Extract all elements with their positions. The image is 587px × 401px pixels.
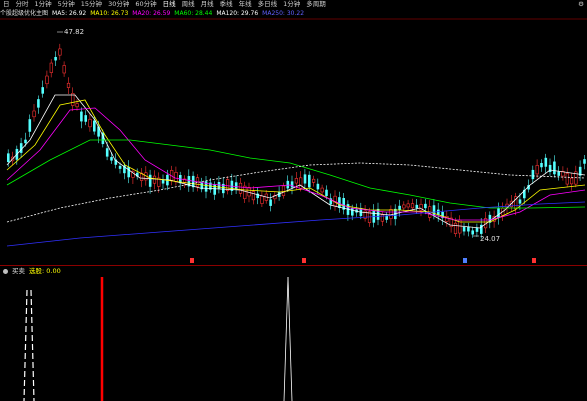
candle-body [243, 185, 247, 200]
candle-body [105, 148, 109, 157]
candle-body [565, 173, 569, 185]
candle-body [118, 165, 122, 169]
candle-body [110, 157, 113, 161]
candle-body [213, 184, 216, 195]
candle-body [535, 165, 539, 175]
indicator-settings-icon[interactable] [3, 268, 8, 274]
candle-body [544, 157, 548, 167]
candle-body [518, 199, 522, 204]
candle-body [385, 215, 388, 220]
candle-body [389, 209, 393, 219]
candle-body [45, 75, 49, 85]
candle-body [540, 162, 543, 168]
candle-body [251, 191, 256, 201]
candle-body [406, 203, 410, 208]
candle-body [320, 187, 324, 193]
candle-body [247, 187, 251, 197]
candle-body [299, 177, 303, 189]
candle-body [531, 169, 535, 180]
candle-body [303, 174, 307, 184]
candle-body [238, 182, 243, 194]
candle-body [467, 226, 470, 232]
candle-body [402, 204, 406, 209]
candle-body [234, 182, 238, 189]
candle-body [49, 62, 53, 73]
kline-chart[interactable]: 47.82 24.07 [0, 0, 587, 401]
candle-body [152, 175, 157, 184]
low-price-label: 24.07 [473, 235, 500, 243]
indicator-value: 选股: 0.00 [29, 267, 61, 275]
indicator-header: 买卖 选股: 0.00 [0, 266, 65, 276]
candle-body [557, 171, 560, 176]
event-marker[interactable] [463, 258, 467, 263]
candle-body [308, 174, 311, 188]
candle-body [7, 153, 10, 162]
candle-body [553, 161, 556, 175]
candle-body [260, 195, 264, 204]
candle-group [7, 43, 586, 239]
candle-body [311, 178, 316, 183]
candle-body [583, 159, 586, 164]
candle-body [269, 199, 272, 206]
event-markers [190, 258, 536, 263]
candle-body [75, 103, 79, 108]
candle-body [410, 203, 415, 209]
candle-body [351, 208, 354, 216]
candle-body [290, 181, 294, 188]
event-marker[interactable] [532, 258, 536, 263]
candle-body [569, 177, 574, 185]
candle-body [475, 227, 479, 232]
event-marker[interactable] [190, 258, 194, 263]
candle-body [325, 189, 328, 197]
svg-text:24.07: 24.07 [480, 235, 500, 243]
candle-body [24, 139, 27, 144]
candle-body [497, 208, 500, 219]
event-marker[interactable] [302, 258, 306, 263]
candle-body [471, 230, 474, 235]
candle-body [174, 172, 178, 183]
signal-white-spike [287, 276, 293, 401]
candle-body [32, 110, 36, 118]
candle-body [127, 166, 130, 178]
candle-body [148, 174, 152, 187]
signal-white-dash [23, 289, 28, 401]
candle-body [424, 203, 427, 209]
candle-body [93, 120, 96, 132]
candle-body [58, 48, 62, 56]
indicator-pane [23, 276, 293, 401]
candle-body [286, 180, 290, 189]
signal-white-dash [30, 289, 35, 401]
candle-body [28, 119, 32, 132]
candle-body [453, 222, 458, 234]
candle-body [62, 65, 66, 74]
candle-body [376, 208, 380, 220]
candle-body [316, 183, 320, 190]
candle-body [281, 185, 286, 196]
candle-body [66, 82, 71, 88]
candle-body [84, 115, 87, 122]
high-price-label: 47.82 [57, 28, 84, 36]
candle-body [161, 179, 165, 184]
candle-body [37, 99, 40, 108]
candle-body [462, 226, 466, 232]
candle-body [80, 111, 83, 122]
candle-body [294, 178, 299, 184]
candle-body [88, 118, 92, 128]
signal-white-spike [283, 276, 289, 401]
indicator-name: 买卖 [12, 267, 25, 275]
candle-body [398, 205, 401, 211]
candle-body [41, 87, 44, 94]
candle-body [415, 204, 419, 209]
candle-body [226, 179, 230, 191]
candle-body [54, 56, 57, 61]
svg-text:47.82: 47.82 [64, 28, 84, 36]
